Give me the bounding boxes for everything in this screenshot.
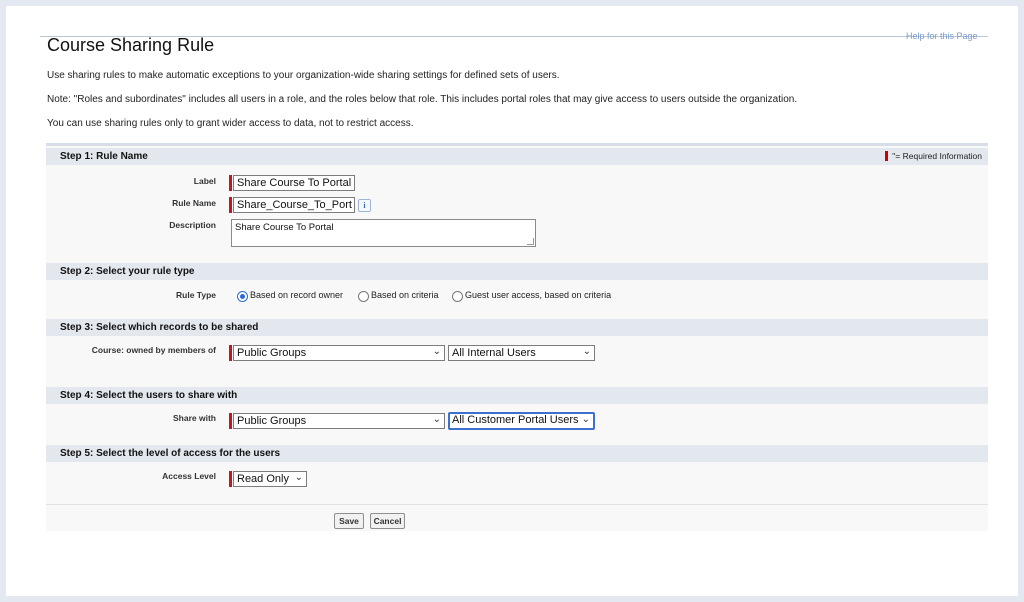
- chevron-down-icon: ⌄: [432, 414, 441, 425]
- description-text: Share Course To Portal: [235, 222, 334, 233]
- label-field-label: Label: [193, 176, 216, 186]
- radio-criteria-label[interactable]: Based on criteria: [371, 290, 439, 300]
- page-title: Course Sharing Rule: [47, 35, 215, 55]
- required-marker: [229, 345, 232, 361]
- step1-header: Step 1: Rule Name " = Required Informatio…: [46, 148, 988, 165]
- required-info-text: = Required Information: [895, 151, 982, 161]
- required-marker: [229, 471, 232, 487]
- owner-group-type-select[interactable]: Public Groups ⌄: [233, 345, 445, 361]
- radio-record-owner[interactable]: [237, 291, 248, 302]
- rule-name-input[interactable]: Share_Course_To_Port: [233, 197, 355, 213]
- required-marker: [229, 413, 232, 429]
- rule-name-field-label: Rule Name: [172, 198, 216, 208]
- required-info-legend: " = Required Information: [885, 151, 982, 161]
- step4-header: Step 4: Select the users to share with: [46, 387, 988, 404]
- owner-group-select[interactable]: All Internal Users ⌄: [448, 345, 595, 361]
- share-with-group-select[interactable]: All Customer Portal Users ⌄: [448, 412, 595, 430]
- share-with-group-value: All Customer Portal Users: [452, 414, 579, 426]
- radio-guest-user[interactable]: [452, 291, 463, 302]
- radio-record-owner-label[interactable]: Based on record owner: [250, 290, 343, 300]
- required-marker: [229, 175, 232, 191]
- info-icon[interactable]: i: [358, 199, 371, 212]
- intro-text-3: You can use sharing rules only to grant …: [47, 118, 414, 129]
- chevron-down-icon: ⌄: [432, 346, 441, 357]
- sharing-rule-form: Step 1: Rule Name " = Required Informatio…: [46, 143, 988, 531]
- button-bar-divider: [46, 504, 988, 505]
- description-field-label: Description: [169, 220, 216, 230]
- step3-title: Step 3: Select which records to be share…: [60, 322, 259, 333]
- share-with-label: Share with: [173, 413, 216, 423]
- chevron-down-icon: ⌄: [294, 472, 303, 483]
- access-level-select[interactable]: Read Only ⌄: [233, 471, 307, 487]
- chevron-down-icon: ⌄: [581, 414, 590, 425]
- owner-group-type-value: Public Groups: [237, 347, 307, 359]
- step2-header: Step 2: Select your rule type: [46, 263, 988, 280]
- intro-note: Note: "Roles and subordinates" includes …: [47, 94, 798, 105]
- step3-header: Step 3: Select which records to be share…: [46, 319, 988, 336]
- label-input[interactable]: Share Course To Portal: [233, 175, 355, 191]
- step1-title: Step 1: Rule Name: [60, 151, 148, 162]
- step5-header: Step 5: Select the level of access for t…: [46, 445, 988, 462]
- access-level-label: Access Level: [162, 471, 216, 481]
- save-button[interactable]: Save: [334, 513, 364, 529]
- rule-type-label: Rule Type: [176, 290, 216, 300]
- step4-title: Step 4: Select the users to share with: [60, 390, 238, 401]
- description-textarea[interactable]: Share Course To Portal: [231, 219, 536, 247]
- help-link[interactable]: Help for this Page: [906, 31, 978, 41]
- step5-title: Step 5: Select the level of access for t…: [60, 448, 281, 459]
- radio-criteria[interactable]: [358, 291, 369, 302]
- required-marker: [229, 197, 232, 213]
- share-with-type-value: Public Groups: [237, 415, 307, 427]
- access-level-value: Read Only: [237, 473, 289, 485]
- radio-guest-user-label[interactable]: Guest user access, based on criteria: [465, 290, 611, 300]
- step2-title: Step 2: Select your rule type: [60, 266, 195, 277]
- intro-text-1: Use sharing rules to make automatic exce…: [47, 70, 560, 81]
- cancel-button[interactable]: Cancel: [370, 513, 405, 529]
- share-with-type-select[interactable]: Public Groups ⌄: [233, 413, 445, 429]
- required-marker: [885, 151, 889, 161]
- chevron-down-icon: ⌄: [582, 346, 591, 357]
- owner-group-value: All Internal Users: [452, 347, 536, 359]
- owned-by-label: Course: owned by members of: [91, 345, 216, 355]
- resize-handle-icon[interactable]: [527, 238, 534, 245]
